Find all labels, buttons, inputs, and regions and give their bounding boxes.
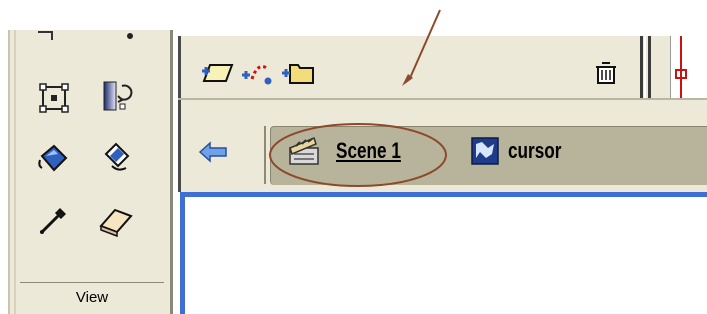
add-motion-guide-button[interactable] — [240, 58, 276, 88]
timeline-toolbar — [178, 36, 707, 114]
tools-panel: View — [8, 30, 173, 314]
add-layer-folder-icon — [282, 64, 314, 84]
breadcrumb-movie-clip-icon-wrap — [470, 136, 500, 170]
add-layer-folder-button[interactable] — [280, 58, 316, 88]
ink-bottle-icon — [38, 144, 68, 172]
panel-edge — [14, 30, 16, 314]
add-layer-icon — [202, 64, 234, 82]
breadcrumb-cursor[interactable]: cursor — [508, 138, 561, 164]
toolbar-bottom-line — [178, 98, 707, 100]
delete-layer-button[interactable] — [592, 58, 620, 88]
toolbar-left-border — [178, 36, 181, 114]
ink-bottle-tool[interactable] — [32, 136, 76, 180]
editbar-left-border — [178, 114, 181, 192]
eraser-tool[interactable] — [94, 198, 138, 242]
view-section-label: View — [75, 289, 109, 306]
eyedropper-tool[interactable] — [32, 198, 76, 242]
timeline-frame-area[interactable] — [670, 36, 707, 98]
paint-bucket-icon — [104, 142, 130, 171]
breadcrumb-scene-icon-wrap — [284, 134, 324, 172]
add-motion-guide-icon — [242, 65, 272, 85]
clapperboard-icon — [289, 136, 319, 165]
eyedropper-icon — [40, 208, 66, 234]
edit-bar: Scene 1 cursor — [178, 114, 707, 192]
paint-bucket-tool[interactable] — [94, 136, 138, 180]
back-arrow-icon — [198, 141, 227, 163]
toolbar-divider — [640, 36, 643, 98]
free-transform-tool[interactable] — [32, 76, 76, 120]
toolbar-divider-2 — [648, 36, 651, 98]
fill-transform-tool[interactable] — [94, 74, 138, 118]
editbar-separator — [264, 126, 266, 184]
toolbar-divider-light — [644, 36, 646, 98]
free-transform-icon — [39, 83, 69, 113]
movie-clip-icon — [471, 137, 499, 165]
fill-transform-icon — [103, 81, 133, 111]
cut-off-tool-icons — [38, 31, 133, 40]
back-button[interactable] — [198, 140, 230, 168]
stage-canvas[interactable] — [180, 192, 707, 314]
breadcrumb-scene-1[interactable]: Scene 1 — [336, 138, 401, 164]
playhead-icon — [675, 36, 687, 98]
view-separator — [20, 282, 164, 283]
add-layer-button[interactable] — [200, 58, 236, 88]
eraser-icon — [99, 208, 133, 238]
delete-layer-icon — [596, 62, 616, 84]
